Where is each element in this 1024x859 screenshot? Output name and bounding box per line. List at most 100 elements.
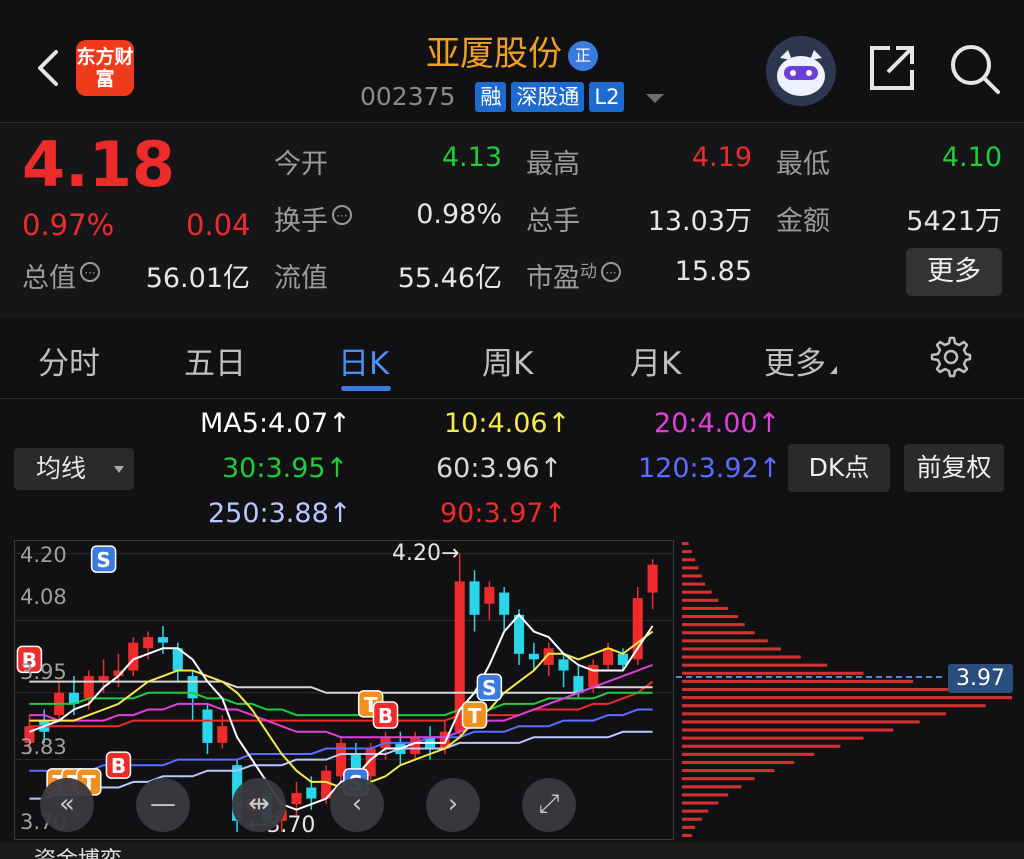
ma10-label: 10:4.06↑ [444,408,571,439]
ma60-line [29,680,653,694]
pe-label[interactable]: 市盈动 ··· [526,256,621,295]
robot-icon [766,36,836,106]
volume-profile-bar [682,639,768,643]
ma60-label: 60:3.96↑ [436,453,563,484]
change-pct: 0.97% [22,208,115,242]
high-value: 4.19 [691,142,752,173]
volume-profile-bar [682,696,1012,700]
search-icon[interactable] [948,42,1002,96]
open-label: 今开 [274,149,328,180]
ma120-label: 120:3.92↑ [638,453,782,484]
robot-avatar[interactable] [766,36,836,106]
ma90-label: 90:3.97↑ [440,498,567,529]
prev-button[interactable]: ‹ [330,778,384,832]
volume-profile-bar [682,760,795,765]
volume-profile-bar [682,574,702,578]
volume-profile-bar [682,655,801,659]
volume-profile-bar [682,777,755,781]
tab-five-day[interactable]: 五日 [184,338,246,383]
signal-marker: S [90,545,117,573]
candle-body [306,787,317,799]
tag-l2: L2 [589,82,625,112]
candle-body [484,586,495,604]
candle-body [558,659,569,671]
rewind-button[interactable]: « [40,778,94,832]
signal-marker: B [105,751,132,779]
zoom-in-button[interactable]: ⇹ [232,778,286,832]
candle-body [514,614,525,654]
volume-profile-bar [682,566,699,570]
gear-icon[interactable] [928,334,972,378]
footer-strip [0,842,1024,859]
volume-profile-bar [682,801,719,805]
volume-profile-bar [682,825,696,829]
low-label: 最低 [776,149,830,180]
volume-profile-bar [682,614,739,619]
volume-profile-bar [682,671,864,675]
candle-body [291,793,302,805]
volume-profile-bar [682,647,781,651]
chevron-down-icon[interactable] [646,93,665,103]
dk-point-button[interactable]: DK点 [788,444,890,492]
volume-profile-bar [682,728,894,732]
volume-profile-bar [682,558,696,562]
volume-profile-price-label: 3.97 [948,664,1013,693]
candle-body [603,648,614,665]
volume-profile-bar [682,817,702,821]
candle-body [217,726,228,743]
indicator-selector[interactable]: 均线 [14,448,134,490]
y-tick-label: 4.08 [20,585,67,609]
tab-more[interactable]: 更多 [764,338,837,383]
volume-profile-bar [682,833,692,837]
volume-profile-bar [682,679,913,683]
low-value: 4.10 [941,142,1002,173]
zoom-out-button[interactable]: — [136,778,190,832]
y-tick-label: 3.83 [20,735,67,759]
marker-label: S [96,548,110,572]
fullscreen-button[interactable]: ⤢ [522,778,576,832]
change-amount: 0.04 [186,208,251,242]
signal-marker: S [476,673,503,701]
signal-marker: T [461,701,488,729]
candle-body [632,598,643,660]
forward-adjust-button[interactable]: 前复权 [904,444,1004,492]
candle-body [617,653,628,665]
marker-label: B [111,754,126,778]
tab-minute[interactable]: 分时 [38,338,100,383]
capital-game-label: 资金博弈 [34,842,122,859]
volume-profile-bar [682,582,706,586]
corner-triangle-icon [830,366,837,374]
volume-profile-bar [682,687,963,692]
ma30-label: 30:3.95↑ [222,453,349,484]
signal-marker: B [372,701,399,729]
y-tick-label: 3.95 [20,660,67,684]
candle-body [128,642,139,671]
volume-profile-bar [682,809,709,813]
next-button[interactable]: › [426,778,480,832]
volume-profile-bar [682,623,745,627]
ma30-line [29,691,653,717]
mktcap-label[interactable]: 总值 ··· [22,256,100,295]
volume-profile-bar [682,720,920,724]
marker-label: T [468,704,482,728]
float-label: 流值 [274,263,328,294]
tab-week-k[interactable]: 周K [482,338,533,383]
candle-body [157,637,168,643]
stock-code-line[interactable]: 002375 融深股通 L2 [360,82,665,114]
tab-day-k[interactable]: 日K [338,338,389,383]
candle-body [647,564,658,593]
stock-code: 002375 [360,82,456,111]
ma20-label: 20:4.00↑ [654,408,781,439]
candle-body [528,653,539,660]
volume-profile-bar [682,752,814,756]
candle-body [469,581,480,615]
amount-label: 金额 [776,206,830,237]
volume-profile-bar [682,542,689,546]
info-icon: ··· [601,262,621,282]
volume-profile-bar [682,606,729,610]
tab-month-k[interactable]: 月K [630,338,681,383]
share-icon[interactable] [866,42,918,94]
info-icon: ··· [80,262,100,282]
more-button[interactable]: 更多 [906,248,1002,296]
turnover-label[interactable]: 换手 ··· [274,199,352,238]
